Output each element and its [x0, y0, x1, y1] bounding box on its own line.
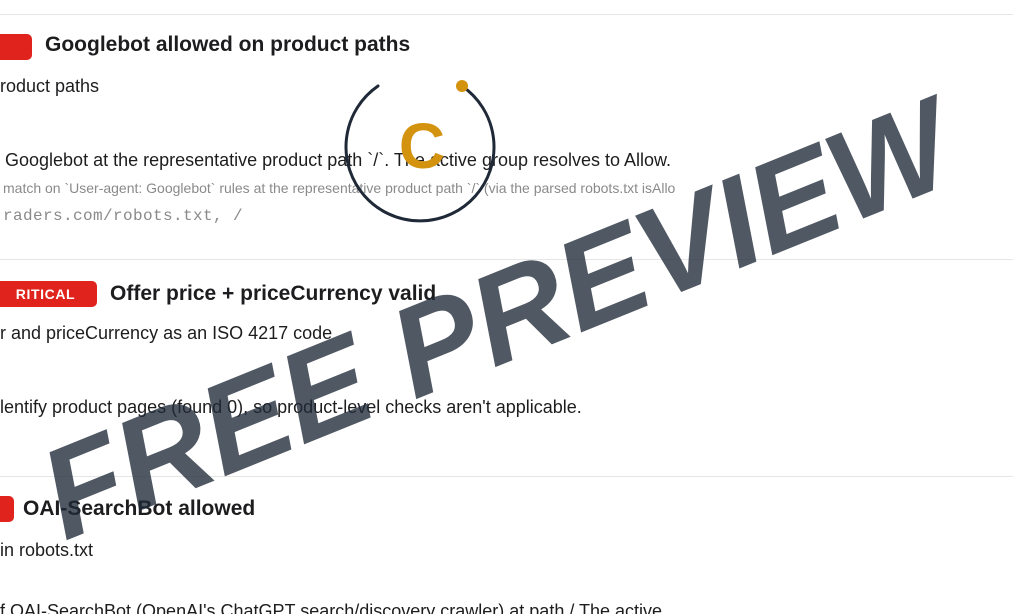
severity-badge — [0, 496, 14, 522]
check-result: Googlebot at the representative product … — [5, 150, 672, 170]
check-title: OAI-SearchBot allowed — [23, 497, 256, 520]
check-source: raders.com/robots.txt, / — [3, 207, 244, 225]
section-divider — [0, 259, 1013, 260]
check-evidence: match on `User-agent: Googlebot` rules a… — [3, 180, 676, 196]
check-title: Googlebot allowed on product paths — [45, 33, 411, 56]
check-subtitle: r and priceCurrency as an ISO 4217 code — [0, 323, 333, 343]
check-subtitle: roduct paths — [0, 76, 100, 96]
section-divider — [0, 14, 1013, 15]
watermark-text: FREE PREVIEW — [22, 69, 981, 567]
logo-letter: C — [399, 110, 445, 182]
section-divider — [0, 476, 1013, 477]
check-title: Offer price + priceCurrency valid — [110, 282, 437, 305]
preview-watermark: C FREE PREVIEW — [22, 69, 981, 567]
preview-viewport: Googlebot allowed on product paths roduc… — [0, 0, 1013, 614]
severity-badge — [0, 34, 32, 60]
check-result: f OAI-SearchBot (OpenAI's ChatGPT search… — [0, 601, 663, 614]
severity-badge: RITICAL — [0, 281, 97, 307]
check-subtitle: in robots.txt — [0, 540, 94, 560]
logo-dot — [456, 80, 468, 92]
check-result: lentify product pages (found 0), so prod… — [0, 397, 582, 417]
